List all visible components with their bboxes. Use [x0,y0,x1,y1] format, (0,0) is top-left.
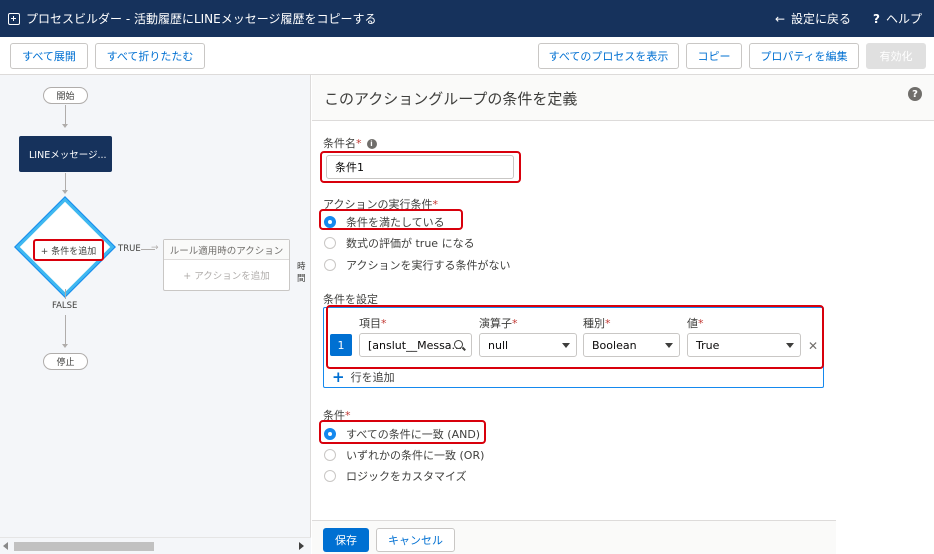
criteria-panel: このアクショングループの条件を定義 ? 条件名* i 条件1 アクションの実行条件… [312,75,934,554]
highlight-box [320,151,521,183]
activate-button[interactable]: 有効化 [866,43,926,69]
logic-option-custom[interactable]: ロジックをカスタマイズ [324,468,467,484]
start-node: 開始 [43,87,88,104]
connector-arrow [62,190,68,194]
scroll-right-icon[interactable] [299,542,304,550]
radio[interactable] [324,470,336,482]
radio[interactable] [324,237,336,249]
scroll-thumb[interactable] [14,542,154,551]
toolbar: すべて展開 すべて折りたたむ すべてのプロセスを表示 コピー プロパティを編集 … [0,37,934,75]
connector-arrow [62,124,68,128]
collapse-all-button[interactable]: すべて折りたたむ [95,43,205,69]
radio[interactable] [324,259,336,271]
stop-node: 停止 [43,353,88,370]
plus-icon: + [332,368,345,386]
arrow-left-icon: ← [774,11,785,26]
connector [65,289,66,299]
process-builder-icon [8,12,20,25]
connector-arrow [62,344,68,348]
add-row-button[interactable]: + 行を追加 [332,368,395,386]
radio[interactable] [324,449,336,461]
header-actions: ← 設定に戻る ? ヘルプ [775,0,922,37]
immediate-actions-box: ルール適用時のアクション + アクションを追加 [163,239,290,291]
copy-button[interactable]: コピー [686,43,742,69]
back-to-setup-link[interactable]: ← 設定に戻る [775,10,851,27]
execution-option-no-criteria[interactable]: アクションを実行する条件がない [324,257,510,273]
highlight-box [319,209,463,230]
highlight-box [319,420,486,444]
horizontal-scrollbar[interactable] [0,537,311,554]
connector-arrow: → [151,243,159,253]
info-icon[interactable]: i [366,139,377,149]
show-all-processes-button[interactable]: すべてのプロセスを表示 [538,43,679,69]
panel-title: このアクショングループの条件を定義 [324,90,578,108]
logic-option-or[interactable]: いずれかの条件に一致 (OR) [324,447,484,463]
connector [65,315,66,345]
highlight-box [326,305,824,369]
false-label: FALSE [52,301,78,311]
process-canvas[interactable]: 開始 LINEメッセージ... + 条件を追加 TRUE → ルール適用時のアク… [0,75,311,554]
add-criteria-button[interactable]: + 条件を追加 [33,239,104,261]
true-label: TRUE [118,244,141,254]
execution-option-formula[interactable]: 数式の評価が true になる [324,235,475,251]
connector [65,173,66,191]
panel-gutter [836,121,934,554]
condition-name-label: 条件名* i [323,135,377,151]
help-icon[interactable]: ? [908,87,922,101]
page-title: プロセスビルダー - 活動履歴にLINEメッセージ履歴をコピーする [26,12,377,26]
cancel-button[interactable]: キャンセル [376,528,455,552]
immediate-actions-title: ルール適用時のアクション [164,240,289,260]
save-button[interactable]: 保存 [323,528,369,552]
panel-footer: 保存 キャンセル [312,520,836,554]
object-node[interactable]: LINEメッセージ... [19,136,112,172]
app-header: プロセスビルダー - 活動履歴にLINEメッセージ履歴をコピーする ← 設定に戻る… [0,0,934,37]
edit-properties-button[interactable]: プロパティを編集 [749,43,859,69]
scroll-left-icon[interactable] [3,542,8,550]
expand-all-button[interactable]: すべて展開 [10,43,88,69]
connector [65,105,66,125]
help-link[interactable]: ? ヘルプ [873,10,922,27]
panel-header: このアクショングループの条件を定義 ? [312,75,934,121]
add-action-button[interactable]: + アクションを追加 [164,260,289,290]
question-icon: ? [873,11,880,26]
scheduled-actions-label: 時間 [297,262,306,284]
